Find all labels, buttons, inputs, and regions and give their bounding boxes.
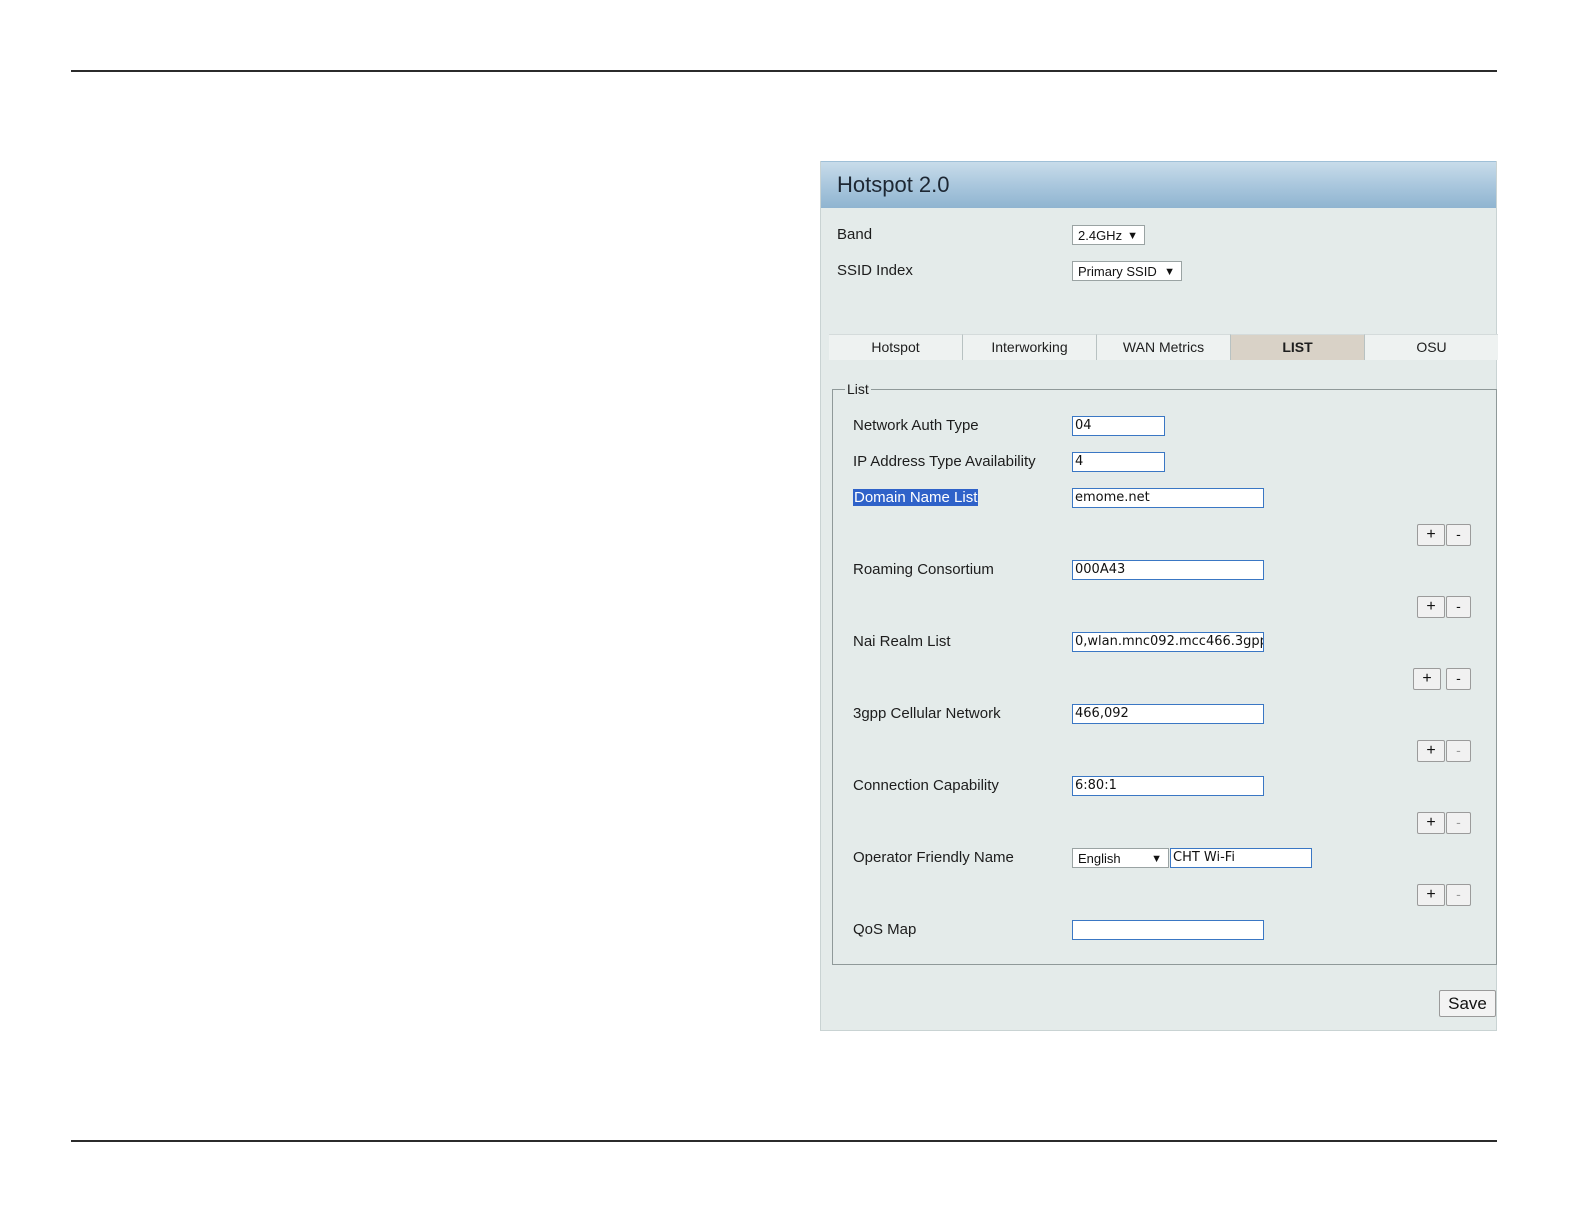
- operator-name-add-button[interactable]: +: [1417, 884, 1445, 906]
- qos-map-input[interactable]: [1072, 920, 1264, 940]
- ip-address-type-label: IP Address Type Availability: [853, 453, 1036, 470]
- panel-title: Hotspot 2.0: [837, 172, 950, 197]
- connection-capability-add-button[interactable]: +: [1417, 812, 1445, 834]
- panel-header: Hotspot 2.0: [821, 161, 1496, 208]
- operator-name-remove-button[interactable]: -: [1446, 884, 1471, 906]
- roaming-consortium-label: Roaming Consortium: [853, 561, 994, 578]
- top-rule: [71, 70, 1497, 72]
- band-value: 2.4GHz: [1078, 228, 1123, 243]
- ssid-index-label: SSID Index: [837, 262, 913, 279]
- nai-realm-add-button[interactable]: +: [1413, 668, 1441, 690]
- tab-bar: Hotspot Interworking WAN Metrics LIST OS…: [829, 334, 1498, 360]
- save-button[interactable]: Save: [1439, 990, 1496, 1017]
- band-select[interactable]: 2.4GHz ▼: [1072, 225, 1145, 245]
- operator-friendly-name-label: Operator Friendly Name: [853, 849, 1014, 866]
- qos-map-label: QoS Map: [853, 921, 917, 938]
- bottom-rule: [71, 1140, 1497, 1142]
- ssid-index-value: Primary SSID: [1078, 264, 1157, 279]
- tab-interworking[interactable]: Interworking: [963, 334, 1097, 360]
- operator-language-select[interactable]: English ▼: [1072, 848, 1169, 868]
- tab-osu[interactable]: OSU: [1365, 334, 1498, 360]
- cellular-network-remove-button[interactable]: -: [1446, 740, 1471, 762]
- connection-capability-remove-button[interactable]: -: [1446, 812, 1471, 834]
- operator-language-value: English: [1078, 851, 1121, 866]
- connection-capability-label: Connection Capability: [853, 777, 999, 794]
- network-auth-type-label: Network Auth Type: [853, 417, 979, 434]
- nai-realm-list-input[interactable]: 0,wlan.mnc092.mcc466.3gppne: [1072, 632, 1264, 652]
- band-label: Band: [837, 226, 873, 243]
- cellular-network-add-button[interactable]: +: [1417, 740, 1445, 762]
- roaming-consortium-input[interactable]: 000A43: [1072, 560, 1264, 580]
- tab-list[interactable]: LIST: [1231, 334, 1365, 360]
- tab-hotspot[interactable]: Hotspot: [829, 334, 963, 360]
- roaming-consortium-remove-button[interactable]: -: [1446, 596, 1471, 618]
- list-legend: List: [847, 381, 869, 397]
- operator-friendly-name-input[interactable]: CHT Wi-Fi: [1170, 848, 1312, 868]
- connection-capability-input[interactable]: 6:80:1: [1072, 776, 1264, 796]
- ssid-index-select[interactable]: Primary SSID ▼: [1072, 261, 1182, 281]
- domain-name-remove-button[interactable]: -: [1446, 524, 1471, 546]
- tab-wan-metrics[interactable]: WAN Metrics: [1097, 334, 1231, 360]
- domain-name-list-label-text: Domain Name List: [853, 489, 979, 506]
- roaming-consortium-add-button[interactable]: +: [1417, 596, 1445, 618]
- chevron-down-icon: ▼: [1127, 230, 1138, 242]
- nai-realm-remove-button[interactable]: -: [1446, 668, 1471, 690]
- cellular-network-label: 3gpp Cellular Network: [853, 705, 1001, 722]
- network-auth-type-input[interactable]: 04: [1072, 416, 1165, 436]
- domain-name-list-label: Domain Name List: [853, 489, 979, 506]
- domain-name-list-input[interactable]: emome.net: [1072, 488, 1264, 508]
- domain-name-add-button[interactable]: +: [1417, 524, 1445, 546]
- ip-address-type-input[interactable]: 4: [1072, 452, 1165, 472]
- chevron-down-icon: ▼: [1164, 266, 1175, 278]
- chevron-down-icon: ▼: [1151, 853, 1162, 865]
- hotspot-panel: Hotspot 2.0 Band 2.4GHz ▼ SSID Index Pri…: [820, 161, 1498, 1031]
- nai-realm-list-label: Nai Realm List: [853, 633, 951, 650]
- cellular-network-input[interactable]: 466,092: [1072, 704, 1264, 724]
